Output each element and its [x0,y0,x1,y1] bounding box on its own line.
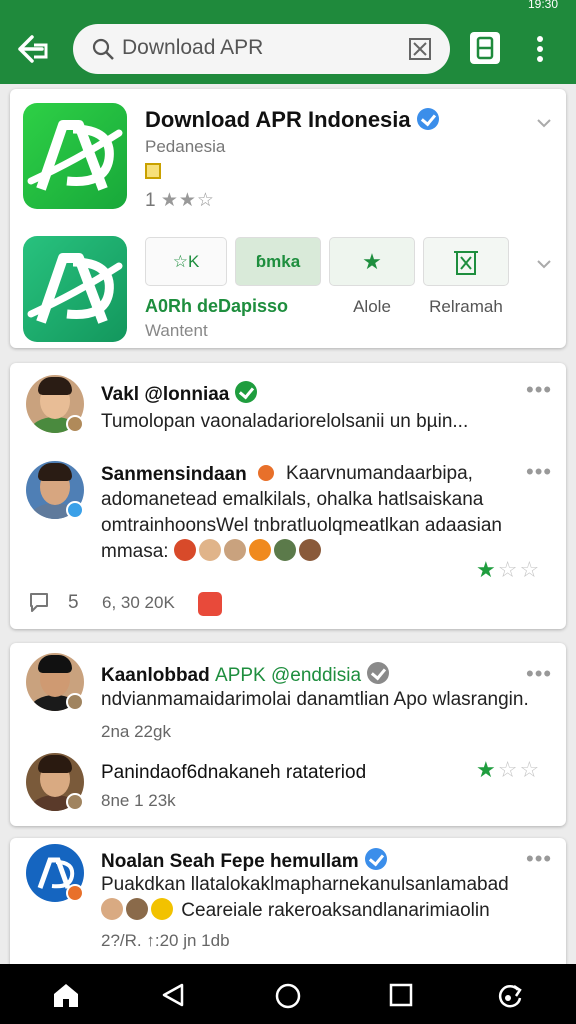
emoji-icon [248,539,271,561]
emoji-icon [151,898,173,920]
review-card: Noalan Seah Fepe hemullam Puakdkan llata… [10,838,566,978]
rating-value: 1 [145,190,156,211]
more-icon[interactable]: ••• [526,846,552,872]
app-title: Download APR Indonesia [145,107,411,132]
home-circle-icon[interactable] [274,982,302,1010]
chevron-down-icon[interactable] [536,256,552,272]
app-rating: 1 ★★☆ [145,189,215,212]
user-badge-icon [66,884,84,902]
review-card: Vakl @lonniaa Tumolopan vaonaladariorelo… [10,363,566,629]
review-author-name: Noalan Seah Fepe hemullam [101,851,359,872]
rating-stars: ★★☆ [160,190,215,211]
rotate-icon[interactable] [496,980,524,1010]
review-author: Sanmensindaan [101,463,276,486]
chevron-down-icon[interactable] [536,115,552,131]
review-author: Panindaof6dnakaneh ratateriod [101,762,367,783]
review-author: Noalan Seah Fepe hemullam [101,848,387,873]
emoji-icon [273,539,296,561]
editors-choice-badge [145,163,161,179]
review-author-name: Kaanlobbad [101,665,210,686]
status-bar: 19:30 [0,0,576,14]
review-author: Kaanlobbad APPK @enddisia [101,662,390,687]
share-icon[interactable] [470,32,500,64]
review-card: Kaanlobbad APPK @enddisia ndvianmamaidar… [10,643,566,826]
more-icon[interactable]: ••• [526,377,552,403]
user-badge-icon [66,693,84,711]
verified-icon [367,662,390,684]
review-text-line: Kaarvnumandaarbipa, [286,463,473,484]
delete-button[interactable] [423,237,509,286]
review-stars: ★☆☆ [476,757,542,782]
review-stars: ★☆☆ [476,557,542,582]
emoji-icon [173,539,196,561]
app-bar: Download APR [0,14,576,84]
verified-icon [416,108,439,130]
flame-icon [256,463,276,483]
app-info-card: Download APR Indonesia Pedanesia 1 ★★☆ ☆… [10,89,566,348]
app-logo[interactable] [23,103,127,209]
install-sublabel: Wantent [145,321,208,340]
review-author-name: Sanmensindaan [101,464,247,485]
back-nav-icon[interactable] [160,982,186,1008]
review-text: Tumolopan vaonaladariorelolsanii un bµin… [101,411,469,432]
user-badge-icon [66,793,84,811]
app-title-row: Download APR Indonesia [145,107,439,133]
review-text-line: mmasa: [101,539,324,565]
verified-icon [235,381,258,403]
verified-icon [364,848,387,870]
emoji-icon [126,898,148,920]
gift-icon [198,592,222,616]
review-author-handle: APPK @enddisia [215,665,362,686]
trash-icon [454,251,478,275]
emoji-icon [298,539,321,561]
wishlist-button[interactable]: ★ [329,237,415,286]
search-input[interactable]: Download APR [122,36,263,60]
comment-count: 5 [68,592,79,613]
open-button[interactable]: ɓmka [235,237,321,286]
review-text-line: adomanetead emalkilals, ohalka hatlsaisk… [101,489,484,510]
more-icon[interactable]: ••• [526,661,552,687]
user-badge-icon [66,415,84,433]
review-text: ndvianmamaidarimolai danamtlian Apo wlas… [101,689,529,710]
review-author-name: Vakl @lonniaa [101,384,230,405]
emoji-icon [101,898,123,920]
user-badge-icon [66,501,84,519]
review-text-tail: mmasa: [101,541,169,562]
search-icon [92,38,114,60]
review-meta: 2?/R. ↑:20 jn 1db [101,931,230,950]
home-icon[interactable] [52,982,80,1008]
wishlist-label: Alole [353,297,391,316]
app-developer[interactable]: Pedanesia [145,137,225,157]
clear-icon[interactable] [408,37,432,61]
review-author: Vakl @lonniaa [101,381,258,406]
more-icon[interactable]: ••• [526,459,552,485]
more-icon[interactable] [528,34,552,64]
emoji-icon [223,539,246,561]
back-icon[interactable] [16,32,52,66]
system-nav-bar [0,964,576,1024]
review-text-line: Ceareiale rakeroaksandlanarimiaolin [101,898,490,924]
review-meta: 8ne 1 23k [101,791,176,810]
recents-icon[interactable] [389,983,413,1007]
review-meta: 2na 22gk [101,722,171,741]
like-count: 6, 30 20K [102,593,175,612]
delete-label: Relramah [429,297,503,316]
status-time: 19:30 [527,0,558,11]
comment-icon[interactable] [27,590,51,614]
install-label: A0Rh deDapisso [145,296,289,316]
app-logo-secondary[interactable] [23,236,127,342]
review-text-line: omtrainhoonsWel tnbratluolqmeatlkan adaa… [101,515,503,536]
install-button[interactable]: ☆K [145,237,227,286]
review-text-tail: Ceareiale rakeroaksandlanarimiaolin [181,900,490,921]
emoji-icon [198,539,221,561]
search-bar[interactable]: Download APR [73,24,450,74]
review-text-line: Puakdkan llatalokaklmapharnekanulsanlama… [101,874,509,895]
